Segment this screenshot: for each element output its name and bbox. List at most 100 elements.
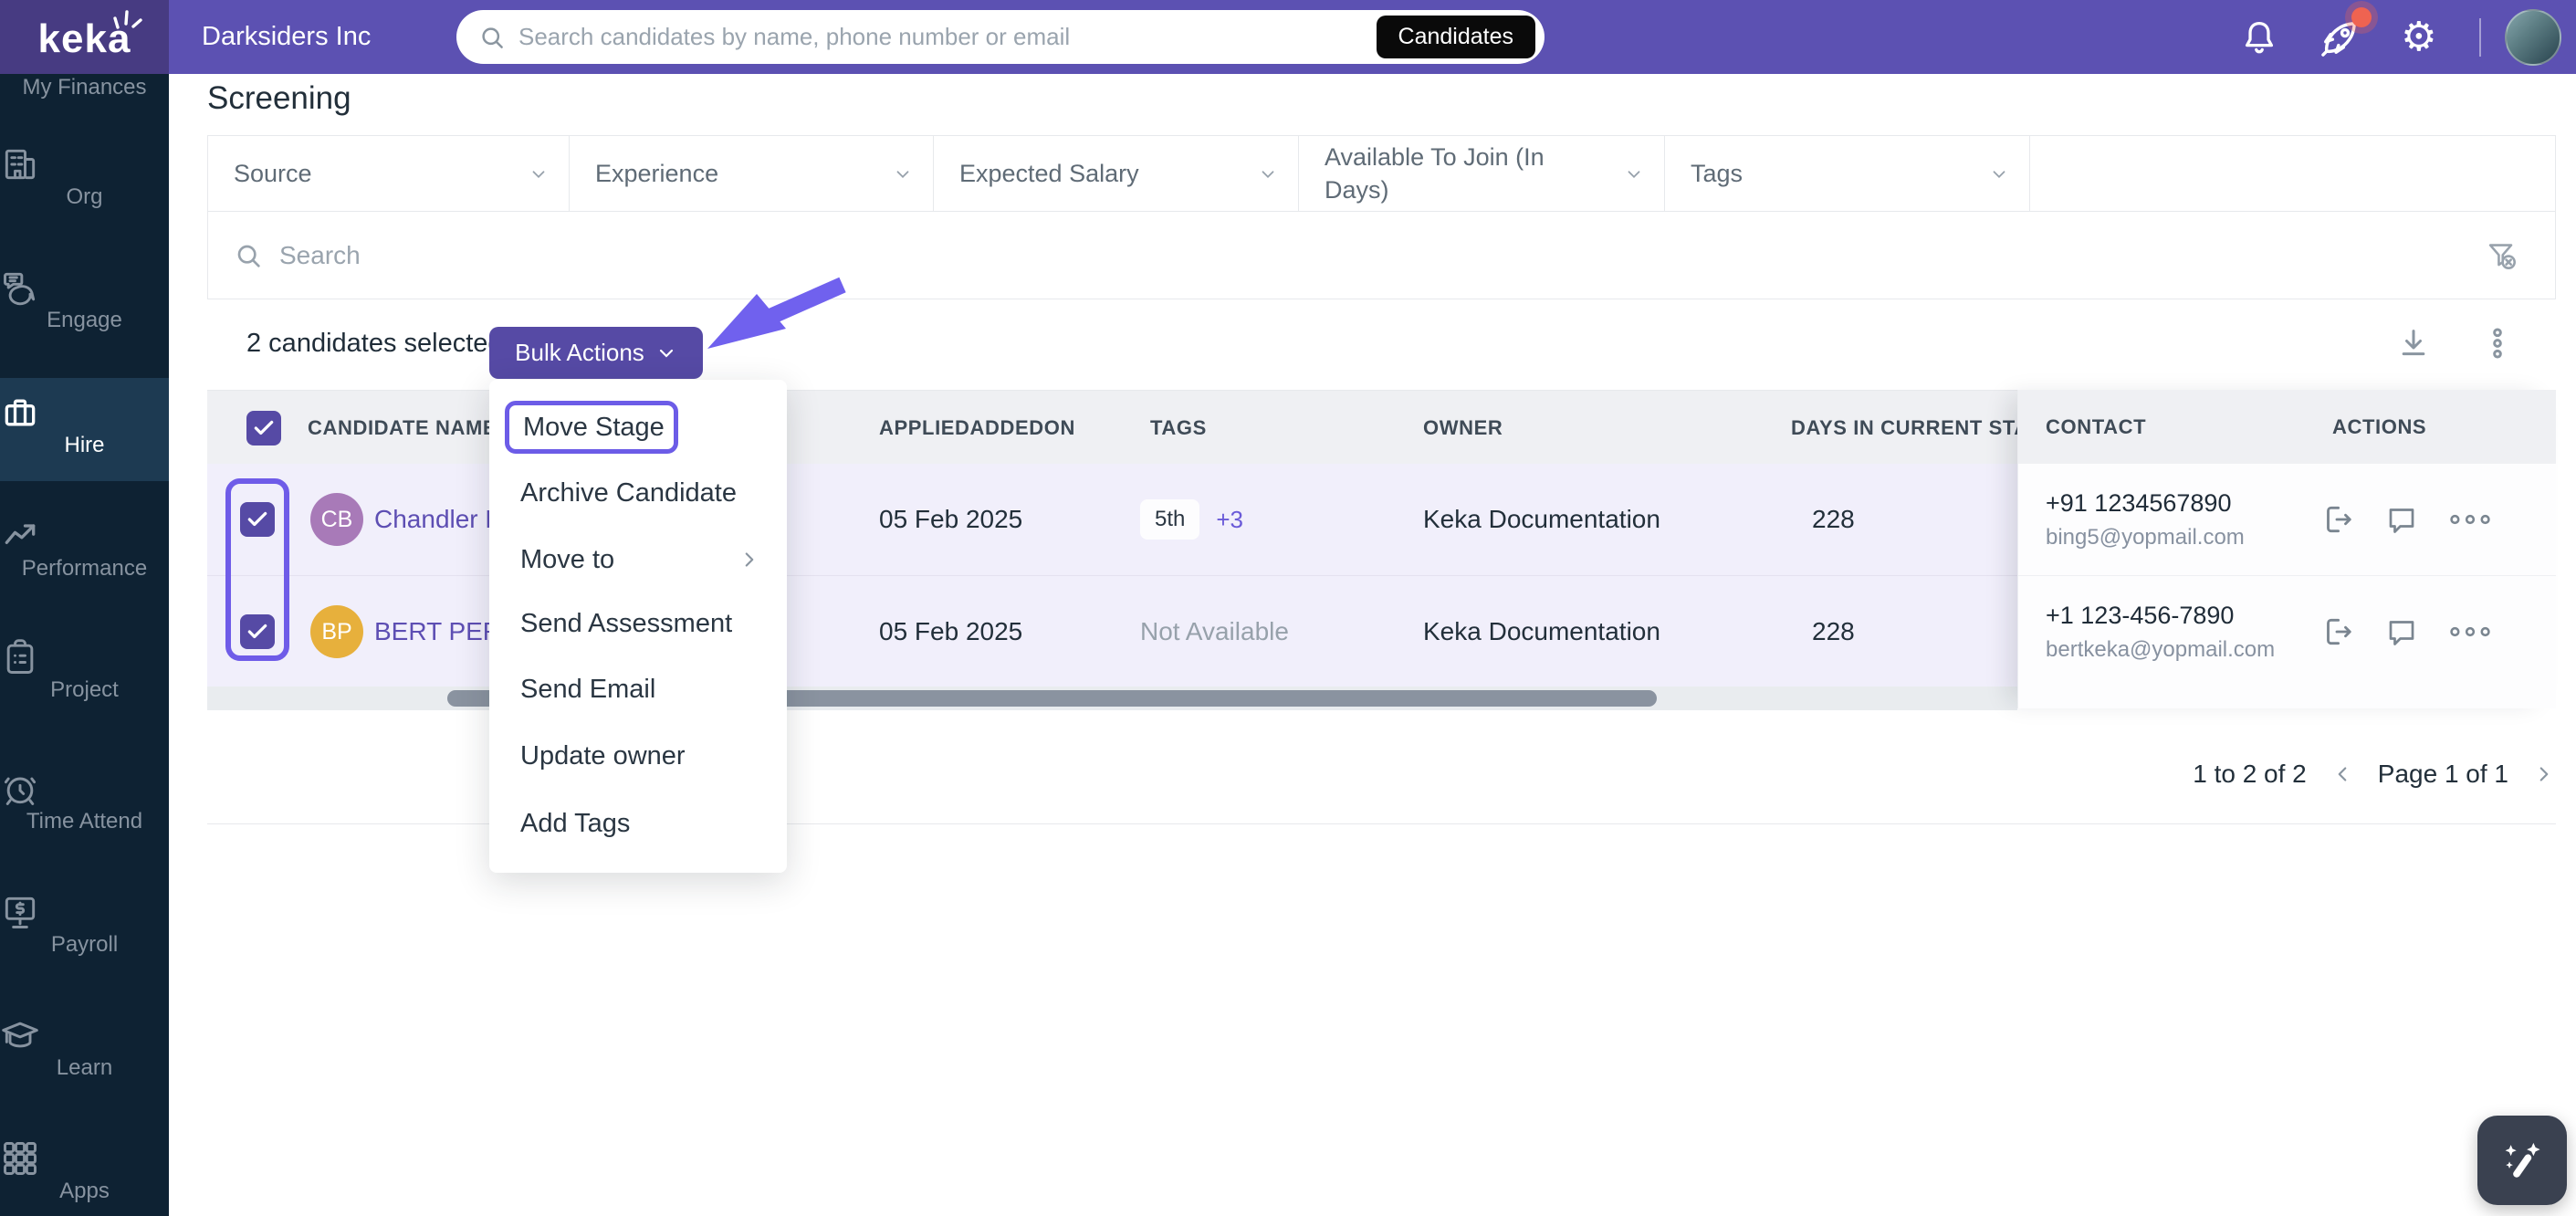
comment-icon[interactable]: [2385, 615, 2418, 648]
sidebar-item-label: Org: [66, 184, 103, 209]
notification-badge: [2351, 7, 2372, 27]
chevron-down-icon: [655, 342, 677, 364]
ellipsis-icon[interactable]: [2449, 624, 2491, 639]
filter-bar-empty: [2030, 136, 2555, 211]
bulk-actions-button[interactable]: Bulk Actions: [489, 327, 703, 379]
menu-item-archive-candidate[interactable]: Archive Candidate: [489, 460, 787, 526]
select-all-checkbox[interactable]: [246, 410, 281, 446]
menu-item-update-owner[interactable]: Update owner: [489, 723, 787, 789]
apps-grid-icon: [0, 1138, 169, 1179]
kebab-menu-icon[interactable]: [2479, 325, 2516, 362]
move-export-icon[interactable]: [2319, 614, 2354, 649]
sidebar-item-label: Project: [50, 677, 119, 702]
hire-briefcase-icon: [0, 393, 169, 433]
project-clipboard-icon: [0, 637, 169, 677]
chevron-left-icon[interactable]: [2330, 762, 2354, 786]
chevron-right-icon: [738, 548, 761, 571]
sidebar-item-time-attend[interactable]: Time Attend: [0, 769, 169, 834]
sidebar-item-org[interactable]: Org: [0, 144, 169, 210]
table-search-bar[interactable]: Search: [207, 212, 2556, 299]
download-icon[interactable]: [2395, 325, 2432, 362]
sidebar-item-project[interactable]: Project: [0, 637, 169, 703]
candidate-name-link[interactable]: Chandler Bi: [374, 464, 508, 575]
clear-filter-icon[interactable]: [2484, 237, 2520, 274]
owner-cell: Keka Documentation: [1423, 617, 1660, 645]
filter-label: Source: [234, 160, 312, 187]
column-header-applied[interactable]: APPLIEDADDEDON: [879, 391, 1075, 465]
menu-item-send-email[interactable]: Send Email: [489, 656, 787, 722]
user-avatar[interactable]: [2505, 9, 2561, 66]
chevron-right-icon[interactable]: [2532, 762, 2556, 786]
sidebar-item-apps[interactable]: Apps: [0, 1138, 169, 1204]
menu-item-label: Update owner: [520, 740, 686, 770]
chevron-down-icon: [1989, 164, 2009, 184]
sidebar-item-my-finances[interactable]: My Finances: [0, 75, 169, 100]
pagination: 1 to 2 of 2 Page 1 of 1: [2182, 749, 2556, 800]
filter-tags[interactable]: Tags: [1665, 136, 2030, 211]
menu-item-label: Archive Candidate: [520, 477, 737, 508]
sidebar-item-performance[interactable]: Performance: [0, 516, 169, 582]
menu-item-send-assessment[interactable]: Send Assessment: [489, 591, 787, 656]
filter-bar: Source Experience Expected Salary Availa…: [207, 135, 2556, 212]
logo-spark-icon: [112, 9, 143, 33]
org-building-icon: [0, 144, 169, 184]
sidebar-item-label: Performance: [21, 556, 148, 581]
pagination-range: 1 to 2 of 2: [2193, 760, 2307, 788]
tag-chip[interactable]: 5th: [1140, 499, 1200, 540]
table-search-placeholder: Search: [279, 240, 361, 269]
column-header-owner[interactable]: OWNER: [1423, 391, 1503, 465]
chevron-down-icon: [529, 164, 549, 184]
settings-gear-icon[interactable]: ⚙: [2401, 0, 2436, 74]
applied-date: 05 Feb 2025: [879, 505, 1023, 533]
filter-experience[interactable]: Experience: [570, 136, 934, 211]
column-header-candidate-name[interactable]: CANDIDATE NAME: [308, 391, 497, 465]
menu-item-label: Add Tags: [520, 808, 631, 838]
column-header-actions[interactable]: ACTIONS: [2332, 390, 2426, 464]
filter-label: Available To Join (In Days): [1325, 143, 1545, 204]
sidebar-item-label: Learn: [56, 1055, 113, 1080]
page-title: Screening: [207, 80, 351, 116]
comment-icon[interactable]: [2385, 503, 2418, 536]
candidate-phone: +91 1234567890: [2046, 488, 2232, 517]
chevron-down-icon: [893, 164, 913, 184]
menu-item-label: Move to: [520, 544, 615, 574]
sidebar-item-label: My Finances: [22, 75, 147, 100]
sidebar-item-learn[interactable]: Learn: [0, 1015, 169, 1081]
menu-item-move-to[interactable]: Move to: [489, 527, 787, 592]
pagination-page: Page 1 of 1: [2377, 760, 2508, 788]
global-search-bar[interactable]: Search candidates by name, phone number …: [456, 10, 1545, 64]
sidebar-item-payroll[interactable]: Payroll: [0, 892, 169, 958]
filter-label: Experience: [595, 160, 719, 187]
notifications-bell-icon[interactable]: [2238, 0, 2280, 74]
owner-cell: Keka Documentation: [1423, 505, 1660, 533]
selected-count-text: 2 candidates selected: [246, 328, 503, 358]
performance-trend-icon: [0, 516, 169, 556]
menu-item-move-stage[interactable]: Move Stage: [505, 401, 678, 454]
filter-source[interactable]: Source: [208, 136, 570, 211]
move-export-icon[interactable]: [2319, 502, 2354, 537]
column-header-tags[interactable]: TAGS: [1150, 391, 1207, 465]
column-header-contact[interactable]: CONTACT: [2046, 390, 2146, 464]
search-icon: [234, 241, 263, 270]
ellipsis-icon[interactable]: [2449, 512, 2491, 527]
sidebar-item-engage[interactable]: Engage: [0, 267, 169, 333]
chevron-down-icon: [1624, 164, 1644, 184]
sidebar-item-hire[interactable]: Hire: [0, 393, 169, 458]
candidate-email: bertkeka@yopmail.com: [2046, 636, 2276, 662]
top-header: Darksiders Inc Search candidates by name…: [169, 0, 2576, 74]
filter-available-to-join[interactable]: Available To Join (In Days): [1299, 136, 1665, 211]
sidebar: My Finances Org Engage Hire Performance …: [0, 0, 169, 1216]
company-name: Darksiders Inc: [202, 22, 372, 51]
applied-date: 05 Feb 2025: [879, 617, 1023, 645]
magic-wand-button[interactable]: [2477, 1116, 2567, 1205]
more-tags-link[interactable]: +3: [1216, 506, 1243, 534]
avatar: BP: [310, 605, 363, 658]
search-scope-pill[interactable]: Candidates: [1376, 16, 1535, 58]
candidate-email: bing5@yopmail.com: [2046, 524, 2245, 550]
keka-logo[interactable]: keka: [0, 0, 169, 74]
days-in-stage-cell: 228: [1812, 617, 1855, 645]
menu-item-add-tags[interactable]: Add Tags: [489, 791, 787, 856]
filter-expected-salary[interactable]: Expected Salary: [934, 136, 1299, 211]
sticky-row: +1 123-456-7890 bertkeka@yopmail.com: [2018, 575, 2556, 687]
horizontal-scrollbar-track[interactable]: [207, 687, 2017, 710]
